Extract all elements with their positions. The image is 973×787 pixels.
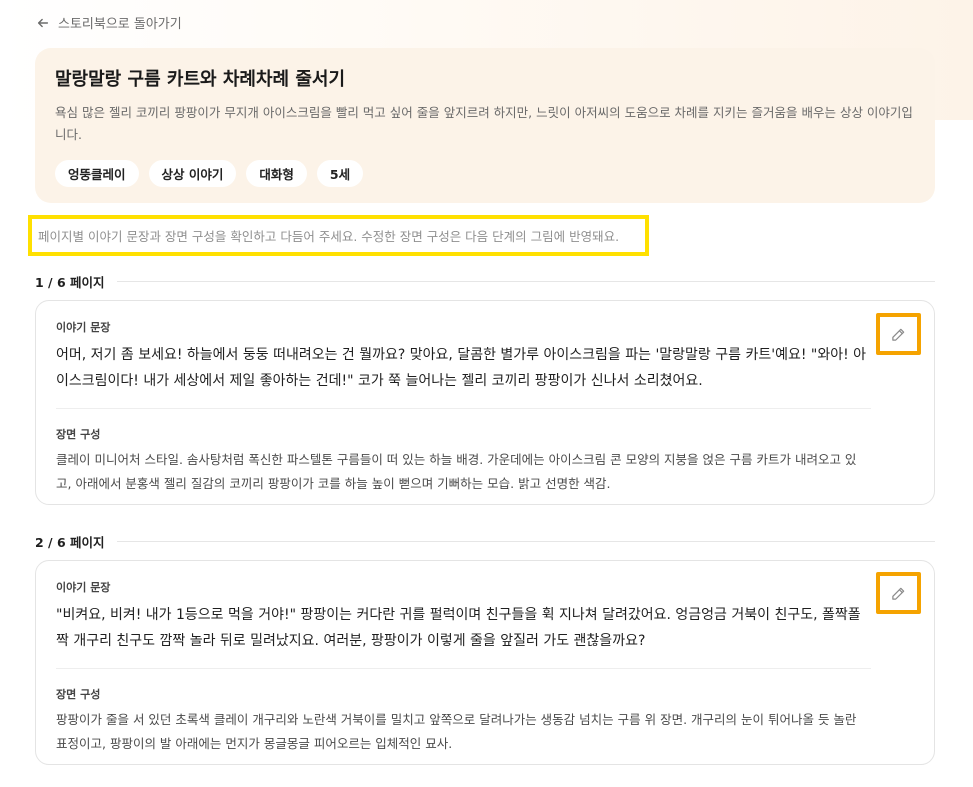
divider-line — [116, 541, 935, 542]
arrow-left-icon — [37, 18, 49, 27]
back-label: 스토리북으로 돌아가기 — [58, 17, 182, 32]
tag-age: 5세 — [316, 160, 364, 187]
back-to-storybook-link[interactable]: 스토리북으로 돌아가기 — [36, 13, 182, 32]
tag-format: 대화형 — [246, 160, 307, 187]
story-tags: 엉뚱클레이 상상 이야기 대화형 5세 — [55, 160, 915, 187]
section-divider — [56, 408, 871, 409]
instruction-text: 페이지별 이야기 문장과 장면 구성을 확인하고 다듬어 주세요. 수정한 장면… — [28, 215, 649, 256]
section-divider — [56, 668, 871, 669]
page-1-header: 1 / 6 페이지 — [35, 272, 935, 291]
page-2-edit-button[interactable] — [876, 572, 921, 614]
pencil-icon — [892, 587, 905, 600]
scene-label: 장면 구성 — [56, 688, 101, 701]
story-title: 말랑말랑 구름 카트와 차례차례 줄서기 — [55, 69, 346, 90]
tag-genre: 상상 이야기 — [148, 160, 237, 187]
page-2-number: 2 / 6 페이지 — [35, 535, 105, 550]
page-1-number: 1 / 6 페이지 — [35, 275, 105, 290]
story-summary-card: 말랑말랑 구름 카트와 차례차례 줄서기 욕심 많은 젤리 코끼리 팡팡이가 무… — [35, 48, 935, 203]
page-1-edit-button[interactable] — [876, 313, 921, 355]
page-2-story-text: "비켜요, 비켜! 내가 1등으로 먹을 거야!" 팡팡이는 커다란 귀를 펄럭… — [56, 607, 861, 649]
page-1-card: 이야기 문장 어머, 저기 좀 보세요! 하늘에서 둥둥 떠내려오는 건 뭘까요… — [35, 300, 935, 505]
page-2-card: 이야기 문장 "비켜요, 비켜! 내가 1등으로 먹을 거야!" 팡팡이는 커다… — [35, 560, 935, 765]
divider-line — [116, 281, 935, 282]
page-2-scene-text: 팡팡이가 줄을 서 있던 초록색 클레이 개구리와 노란색 거북이를 밀치고 앞… — [56, 712, 857, 751]
page-1-scene-text: 클레이 미니어처 스타일. 솜사탕처럼 폭신한 파스텔톤 구름들이 떠 있는 하… — [56, 452, 857, 491]
tag-style: 엉뚱클레이 — [55, 160, 139, 187]
page-2-header: 2 / 6 페이지 — [35, 532, 935, 551]
pencil-icon — [892, 328, 905, 341]
story-text-label: 이야기 문장 — [56, 581, 111, 594]
instruction-label: 페이지별 이야기 문장과 장면 구성을 확인하고 다듬어 주세요. 수정한 장면… — [38, 229, 620, 244]
story-description: 욕심 많은 젤리 코끼리 팡팡이가 무지개 아이스크림을 빨리 먹고 싶어 줄을… — [55, 105, 913, 142]
page-1-story-text: 어머, 저기 좀 보세요! 하늘에서 둥둥 떠내려오는 건 뭘까요? 맞아요, … — [56, 347, 867, 389]
scene-label: 장면 구성 — [56, 428, 101, 441]
story-text-label: 이야기 문장 — [56, 321, 111, 334]
